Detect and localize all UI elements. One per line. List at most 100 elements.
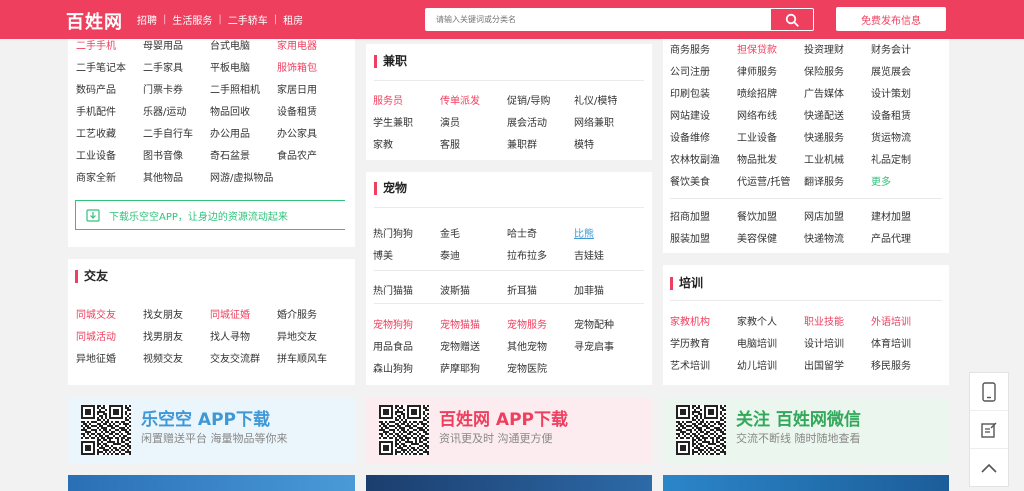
category-link[interactable]: 网店加盟 [804,208,871,223]
post-listing-button[interactable]: 免费发布信息 [836,7,946,31]
category-link[interactable]: 二手手机 [76,37,143,52]
category-link[interactable]: 二手自行车 [143,125,210,140]
category-link[interactable]: 外语培训 [871,313,938,328]
nav-item-jobs[interactable]: 招聘 [137,12,157,27]
category-link[interactable]: 礼品定制 [871,151,938,166]
category-link[interactable]: 快递物流 [804,230,871,245]
category-link[interactable]: 用品食品 [373,338,440,353]
category-link[interactable]: 快递服务 [804,129,871,144]
category-link[interactable]: 网站建设 [670,107,737,122]
category-link[interactable]: 找女朋友 [143,306,210,321]
nav-item-rentals[interactable]: 租房 [283,12,303,27]
category-link[interactable]: 办公家具 [277,125,344,140]
category-link[interactable]: 吉娃娃 [574,247,641,262]
category-link[interactable]: 电脑培训 [737,335,804,350]
category-link[interactable]: 设备维修 [670,129,737,144]
category-link[interactable]: 母婴用品 [143,37,210,52]
category-link[interactable]: 建材加盟 [871,208,938,223]
category-link[interactable]: 保险服务 [804,63,871,78]
banner-image-1[interactable] [68,475,355,491]
category-link[interactable]: 宠物赠送 [440,338,507,353]
category-link[interactable]: 货运物流 [871,129,938,144]
category-link[interactable]: 波斯猫 [440,282,507,297]
category-link[interactable]: 寻宠启事 [574,338,641,353]
feedback-button[interactable] [970,411,1008,449]
category-link[interactable]: 二手家具 [143,59,210,74]
category-link[interactable]: 奇石盆景 [210,147,277,162]
category-link[interactable]: 快递配送 [804,107,871,122]
category-link[interactable]: 服装加盟 [670,230,737,245]
category-link[interactable]: 同城征婚 [210,306,277,321]
category-link[interactable]: 网络布线 [737,107,804,122]
category-link[interactable]: 展览展会 [871,63,938,78]
category-link[interactable]: 交友交流群 [210,350,277,365]
promo-banner[interactable]: 百姓网 APP下载 资讯更及时 沟通更方便 [366,397,652,463]
category-link[interactable]: 产品代理 [871,230,938,245]
category-link[interactable]: 餐饮美食 [670,173,737,188]
category-link[interactable]: 婚介服务 [277,306,344,321]
category-link[interactable]: 移民服务 [871,357,938,372]
category-link[interactable]: 折耳猫 [507,282,574,297]
back-to-top-button[interactable] [970,449,1008,487]
category-link[interactable]: 兼职群 [507,136,574,151]
search-button[interactable] [770,8,814,31]
category-link[interactable]: 家居日用 [277,81,344,96]
category-link[interactable]: 招商加盟 [670,208,737,223]
category-link[interactable]: 更多 [871,173,938,188]
category-link[interactable]: 比熊 [574,225,641,240]
category-link[interactable]: 金毛 [440,225,507,240]
category-link[interactable]: 二手照相机 [210,81,277,96]
nav-item-life-services[interactable]: 生活服务 [172,12,212,27]
category-link[interactable]: 拉布拉多 [507,247,574,262]
app-download-link[interactable]: 下载乐空空APP，让身边的资源流动起来 [75,200,345,230]
category-link[interactable]: 拼车顺风车 [277,350,344,365]
category-link[interactable]: 商家全新 [76,169,143,184]
category-link[interactable]: 礼仪/模特 [574,92,641,107]
category-link[interactable]: 平板电脑 [210,59,277,74]
category-link[interactable]: 担保贷款 [737,41,804,56]
category-link[interactable]: 博美 [373,247,440,262]
category-link[interactable]: 数码产品 [76,81,143,96]
nav-item-used-cars[interactable]: 二手轿车 [228,12,268,27]
category-link[interactable]: 律师服务 [737,63,804,78]
category-link[interactable]: 设计策划 [871,85,938,100]
category-link[interactable]: 出国留学 [804,357,871,372]
category-link[interactable]: 图书音像 [143,147,210,162]
category-link[interactable]: 模特 [574,136,641,151]
category-link[interactable]: 加菲猫 [574,282,641,297]
category-link[interactable]: 翻译服务 [804,173,871,188]
category-link[interactable]: 展会活动 [507,114,574,129]
category-link[interactable]: 学历教育 [670,335,737,350]
category-link[interactable]: 餐饮加盟 [737,208,804,223]
category-link[interactable]: 家教机构 [670,313,737,328]
banner-image-3[interactable] [663,475,949,491]
category-link[interactable]: 物品回收 [210,103,277,118]
category-link[interactable]: 宠物狗狗 [373,316,440,331]
category-link[interactable]: 广告媒体 [804,85,871,100]
category-link[interactable]: 宠物医院 [507,360,574,375]
category-link[interactable]: 服饰箱包 [277,59,344,74]
category-link[interactable]: 台式电脑 [210,37,277,52]
category-link[interactable]: 网络兼职 [574,114,641,129]
category-link[interactable]: 找男朋友 [143,328,210,343]
category-link[interactable]: 工业机械 [804,151,871,166]
category-link[interactable]: 传单派发 [440,92,507,107]
mobile-app-button[interactable] [970,373,1008,411]
category-link[interactable]: 二手笔记本 [76,59,143,74]
category-link[interactable]: 财务会计 [871,41,938,56]
category-link[interactable]: 工业设备 [737,129,804,144]
category-link[interactable]: 工业设备 [76,147,143,162]
category-link[interactable]: 其他宠物 [507,338,574,353]
category-link[interactable]: 设计培训 [804,335,871,350]
category-link[interactable]: 公司注册 [670,63,737,78]
category-link[interactable]: 服务员 [373,92,440,107]
category-link[interactable]: 异地交友 [277,328,344,343]
category-link[interactable]: 印刷包装 [670,85,737,100]
category-link[interactable]: 食品农产 [277,147,344,162]
category-link[interactable]: 设备租赁 [277,103,344,118]
category-link[interactable]: 其他物品 [143,169,210,184]
category-link[interactable]: 艺术培训 [670,357,737,372]
category-link[interactable]: 异地征婚 [76,350,143,365]
category-link[interactable]: 泰迪 [440,247,507,262]
category-link[interactable]: 同城交友 [76,306,143,321]
